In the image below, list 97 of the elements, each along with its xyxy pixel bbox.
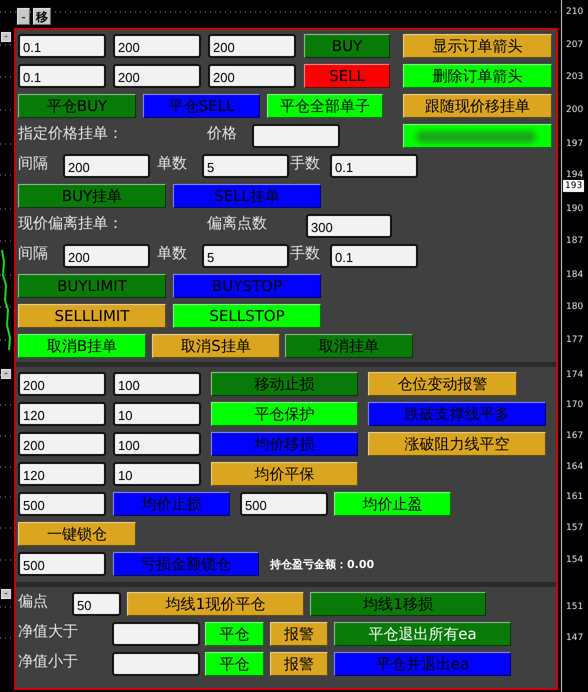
field-label: 手数 [290,154,320,172]
input-field[interactable] [252,124,340,148]
input-field[interactable]: 100 [113,372,201,396]
panel-button[interactable]: BUY [304,34,390,58]
price-label: 203 [566,71,584,83]
field-label: 指定价格挂单： [18,124,123,142]
input-field[interactable]: 200 [63,154,150,178]
input-field[interactable]: 200 [18,372,106,396]
price-label: 151 [566,601,584,613]
field-label: 现价偏离挂单： [18,214,123,232]
panel-button[interactable]: 删除订单箭头 [403,64,552,88]
input-field[interactable]: 300 [306,214,392,238]
price-label: 147 [566,632,584,644]
field-label: 单数 [157,154,187,172]
input-field[interactable] [112,622,200,646]
input-field[interactable]: 200 [63,244,150,268]
move-button[interactable]: 移 [33,8,51,25]
panel-button[interactable]: 平仓退出所有ea [334,622,511,646]
price-label: 154 [566,554,584,566]
input-field[interactable]: 120 [18,402,106,426]
panel-button[interactable]: 显示订单箭头 [403,34,552,58]
panel-button[interactable]: 跟随现价移挂单 [403,94,552,118]
price-label: 174 [566,369,584,381]
input-field[interactable]: 0.1 [330,244,418,268]
input-field[interactable]: 200 [208,34,296,58]
panel-button[interactable]: 平仓BUY [18,94,136,118]
panel-button[interactable]: 一键锁仓 [18,522,136,546]
input-field[interactable]: 5 [202,154,289,178]
panel-button[interactable]: 取消B挂单 [18,334,146,358]
price-label: 167 [566,430,584,442]
input-field[interactable]: 500 [18,552,106,576]
field-label: 偏离点数 [207,214,267,232]
panel-button[interactable]: 平仓 [205,622,264,646]
price-label: 177 [566,334,584,346]
input-field[interactable]: 0.1 [18,64,106,88]
field-label: 价格 [207,124,237,142]
field-label: 手数 [290,244,320,262]
panel-button[interactable]: 平仓 [205,652,264,676]
field-label: 偏点 [18,592,48,610]
price-label: 157 [566,522,584,534]
panel-button[interactable]: 均线1移损 [310,592,486,616]
input-field[interactable]: 200 [18,432,106,456]
panel-button[interactable]: 仓位变动报警 [368,372,517,396]
field-label: 间隔 [18,244,48,262]
panel-button[interactable]: BUYLIMIT [18,274,166,298]
input-field[interactable]: 10 [113,402,201,426]
input-field[interactable]: 10 [113,462,201,486]
collapse-button[interactable]: - [1,589,11,599]
price-label: 207 [566,39,584,51]
field-label: 净值大于 [18,622,78,640]
panel-button[interactable]: 取消挂单 [285,334,413,358]
input-field[interactable]: 200 [113,64,201,88]
price-label: 197 [566,138,584,150]
current-price-label: 193 [563,180,584,192]
input-field[interactable]: 500 [18,492,106,516]
input-field[interactable]: 0.1 [330,154,418,178]
panel-button[interactable]: 平仓保护 [211,402,358,426]
input-field[interactable]: 200 [113,34,201,58]
panel-button[interactable]: 平仓全部单子 [267,94,383,118]
input-field[interactable]: 0.1 [18,34,106,58]
price-label: 170 [566,399,584,411]
input-field[interactable]: 200 [208,64,296,88]
panel-button[interactable]: 取消S挂单 [152,334,280,358]
panel-button[interactable]: 报警 [270,652,328,676]
price-label: 161 [566,491,584,503]
panel-button[interactable]: SELLSTOP [173,304,321,328]
input-field[interactable]: 100 [113,432,201,456]
panel-button[interactable]: 均价平保 [211,462,358,486]
price-label: 180 [566,301,584,313]
panel-button[interactable]: BUY挂单 [18,184,166,208]
panel-button[interactable]: SELL [304,64,390,88]
input-field[interactable]: 500 [240,492,328,516]
field-label: 净值小于 [18,652,78,670]
minimize-button[interactable]: - [17,8,30,25]
price-label: 190 [566,203,584,215]
profit-readout: 持仓盈亏金额：0.00 [270,556,374,572]
panel-button[interactable]: 报警 [270,622,328,646]
price-label: 210 [566,6,584,18]
collapse-button[interactable]: - [1,32,11,42]
input-field[interactable] [112,652,200,676]
price-label: 187 [566,235,584,247]
price-label: 200 [566,104,584,116]
panel-button[interactable]: 均线1现价平仓 [127,592,304,616]
input-field[interactable]: 120 [18,462,106,486]
collapse-button[interactable]: - [1,369,11,379]
obscured-button[interactable] [403,124,552,148]
price-label: 184 [566,269,584,281]
price-label: 194 [566,169,584,181]
field-label: 单数 [157,244,187,262]
panel-button[interactable]: SELLLIMIT [18,304,166,328]
input-field[interactable]: 50 [72,592,121,616]
panel-button[interactable]: 涨破阻力线平空 [368,432,546,456]
field-label: 间隔 [18,154,48,172]
price-label: 164 [566,461,584,473]
input-field[interactable]: 5 [202,244,289,268]
panel-button[interactable]: 移动止损 [211,372,358,396]
panel-button[interactable]: 均价止盈 [334,492,451,516]
